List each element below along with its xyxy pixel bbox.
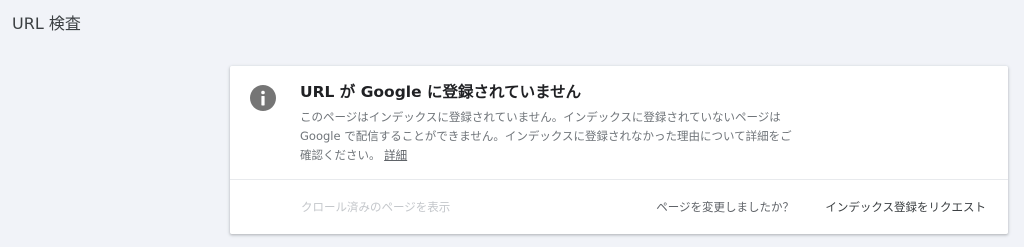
page-title: URL 検査 xyxy=(12,14,81,33)
card-actions: クロール済みのページを表示 ページを変更しましたか？ インデックス登録をリクエス… xyxy=(230,180,1008,234)
page-changed-button[interactable]: ページを変更しましたか？ xyxy=(652,197,798,217)
result-description: このページはインデックスに登録されていません。インデックスに登録されていないペー… xyxy=(300,108,794,165)
result-description-text: このページはインデックスに登録されていません。インデックスに登録されていないペー… xyxy=(300,110,792,162)
request-indexing-button[interactable]: インデックス登録をリクエスト xyxy=(821,197,990,217)
result-headline: URL が Google に登録されていません xyxy=(300,83,582,101)
view-crawled-page-button[interactable]: クロール済みのページを表示 xyxy=(297,197,454,217)
inspection-result-card: URL が Google に登録されていません このページはインデックスに登録さ… xyxy=(230,66,1008,234)
details-link[interactable]: 詳細 xyxy=(384,148,407,162)
url-inspection-page: URL 検査 URL が Google に登録されていません このページはインデ… xyxy=(0,0,1024,247)
info-icon xyxy=(250,85,276,111)
